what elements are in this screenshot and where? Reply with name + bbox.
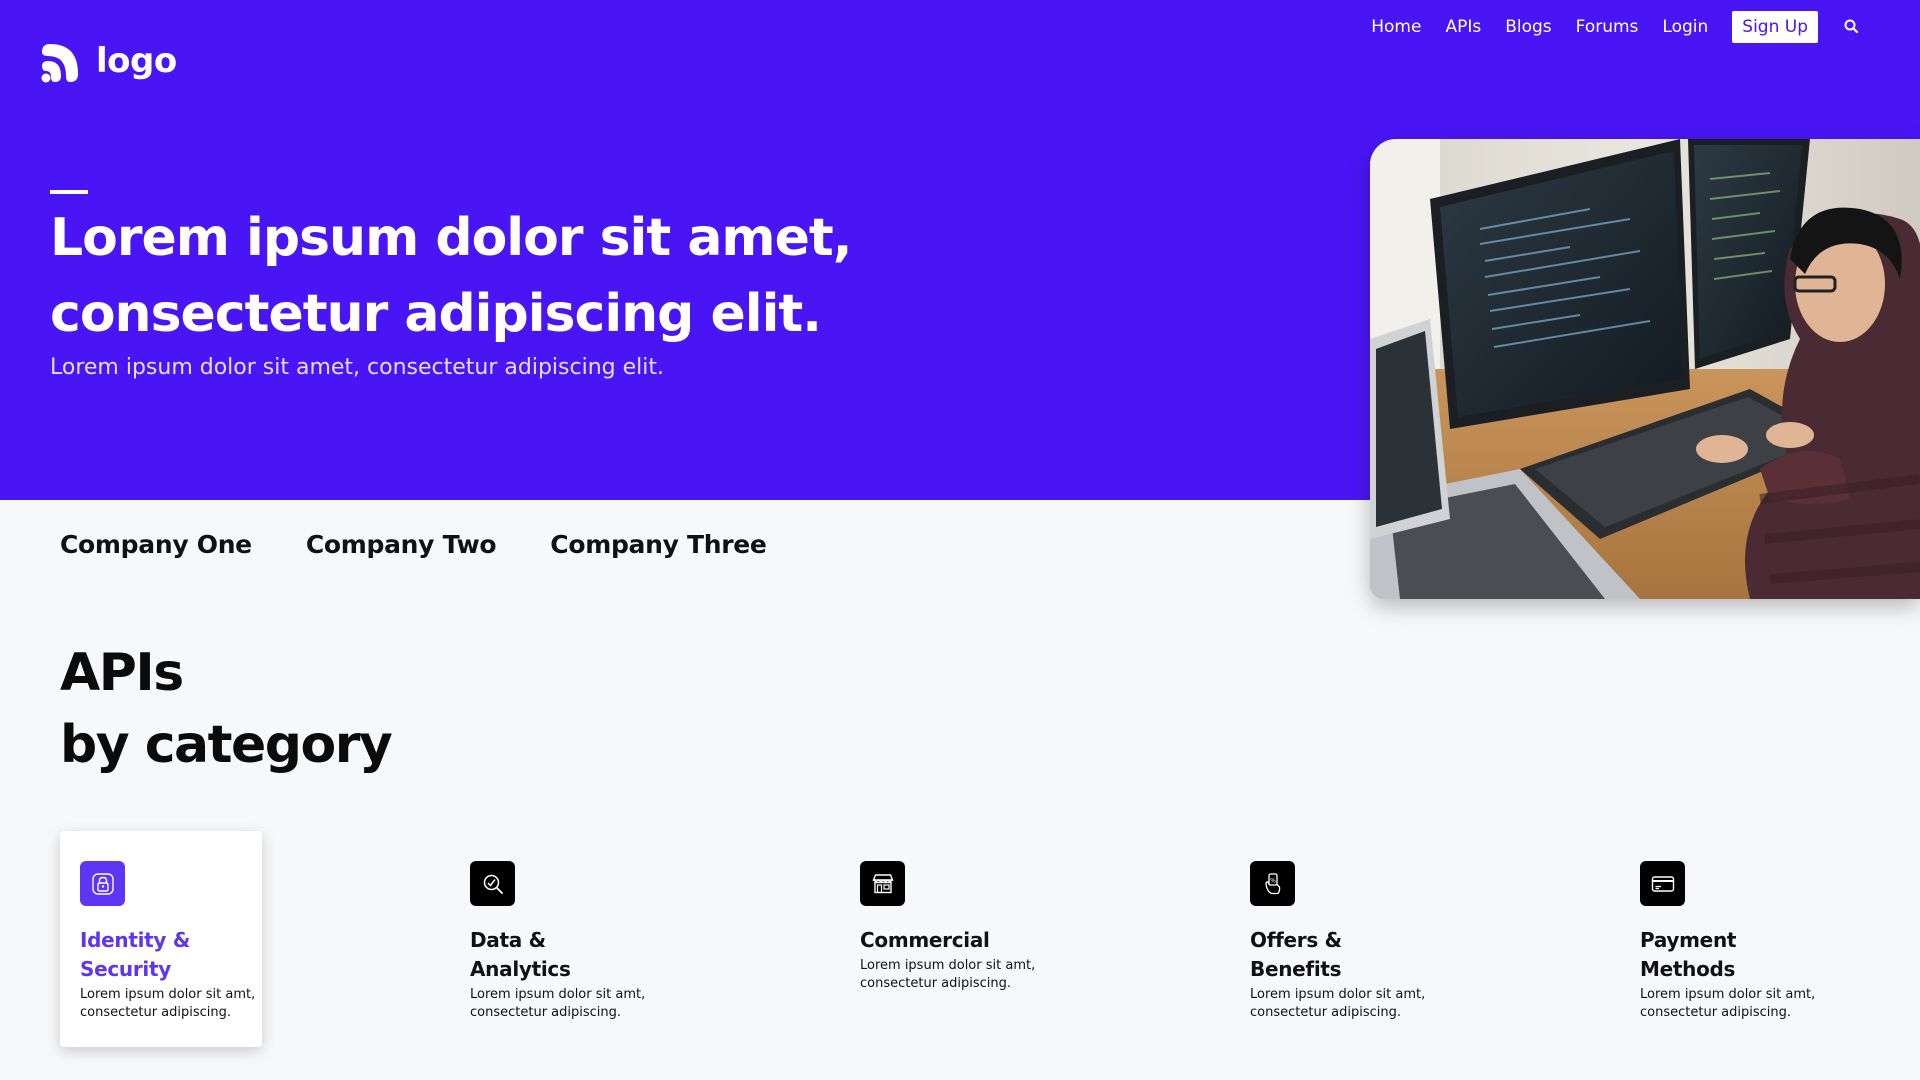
logo[interactable]: logo <box>40 38 177 84</box>
category-description: Lorem ipsum dolor sit amt, consectetur a… <box>470 987 646 1020</box>
category-title: Payment Methods <box>1640 928 1737 981</box>
nav-blogs-link[interactable]: Blogs <box>1505 17 1551 37</box>
category-description: Lorem ipsum dolor sit amt, consectetur a… <box>80 987 256 1020</box>
category-card-identity-security[interactable]: Identity & Security Lorem ipsum dolor si… <box>60 831 262 1047</box>
hero-accent-rule <box>50 190 88 194</box>
top-nav: Home APIs Blogs Forums Login Sign Up <box>1347 11 1862 43</box>
search-icon[interactable] <box>1842 17 1862 37</box>
category-title: Data & Analytics <box>470 928 571 981</box>
signup-button[interactable]: Sign Up <box>1732 11 1818 43</box>
nav-login-link[interactable]: Login <box>1662 17 1708 37</box>
category-description: Lorem ipsum dolor sit amt, consectetur a… <box>1250 987 1426 1020</box>
hero-title: Lorem ipsum dolor sit amet, consectetur … <box>50 200 950 352</box>
nav-forums-link[interactable]: Forums <box>1576 17 1639 37</box>
category-card-data-analytics[interactable]: Data & Analytics Lorem ipsum dolor sit a… <box>450 831 652 1047</box>
company-logos: Company One Company Two Company Three <box>60 530 767 559</box>
storefront-icon <box>860 861 905 906</box>
category-card-offers-benefits[interactable]: % Offers & Benefits Lorem ipsum dolor si… <box>1230 831 1432 1047</box>
hero-title-line-2: consectetur adipiscing elit. <box>50 284 822 344</box>
company-logo: Company Three <box>550 530 767 559</box>
company-logo: Company One <box>60 530 252 559</box>
category-description: Lorem ipsum dolor sit amt, consectetur a… <box>1640 987 1816 1020</box>
category-title: Commercial <box>860 928 990 952</box>
company-logo: Company Two <box>305 530 497 559</box>
logo-text: logo <box>96 41 177 81</box>
hero-subtitle: Lorem ipsum dolor sit amet, consectetur … <box>50 355 664 380</box>
lock-icon <box>80 861 125 906</box>
credit-card-icon <box>1640 861 1685 906</box>
category-card-commercial[interactable]: Commercial Lorem ipsum dolor sit amt, co… <box>840 831 1042 1047</box>
analytics-icon <box>470 861 515 906</box>
offer-hand-icon: % <box>1250 861 1295 906</box>
hero-title-line-1: Lorem ipsum dolor sit amet, <box>50 208 853 268</box>
category-title: Offers & Benefits <box>1250 928 1342 981</box>
nav-home-link[interactable]: Home <box>1371 17 1421 37</box>
hero-photo <box>1370 139 1920 599</box>
category-description: Lorem ipsum dolor sit amt, consectetur a… <box>860 958 1036 991</box>
apis-title-line-1: APIs <box>60 643 184 703</box>
logo-mark-icon <box>41 44 78 83</box>
nav-apis-link[interactable]: APIs <box>1445 17 1481 37</box>
category-title: Identity & Security <box>80 928 190 981</box>
apis-section-title: APIs by category <box>60 637 393 781</box>
svg-text:%: % <box>1270 877 1276 884</box>
category-card-payment-methods[interactable]: Payment Methods Lorem ipsum dolor sit am… <box>1620 831 1822 1047</box>
apis-title-line-2: by category <box>60 715 393 775</box>
